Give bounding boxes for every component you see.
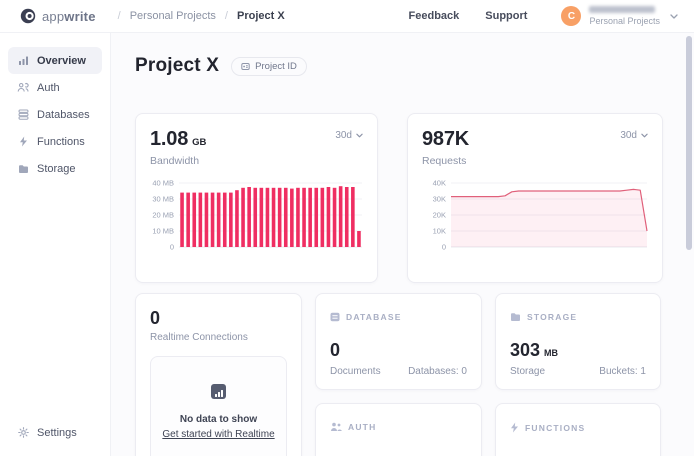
databases-meta: Databases: 0 <box>408 366 467 377</box>
sidebar-item-functions[interactable]: Functions <box>8 128 102 155</box>
project-id-badge[interactable]: Project ID <box>231 57 307 76</box>
realtime-count: 0 <box>150 308 287 329</box>
gear-icon <box>17 427 29 438</box>
bandwidth-label: Bandwidth <box>150 155 206 167</box>
requests-line-chart: 0 10K 20K 30K 40K <box>422 176 650 260</box>
requests-label: Requests <box>422 155 469 167</box>
feedback-link[interactable]: Feedback <box>409 10 460 22</box>
chevron-down-icon <box>670 14 678 19</box>
usage-cards-row: 1.08 GB Bandwidth 30d 0 10 MB 20 MB 30 MB 40… <box>135 113 694 283</box>
svg-text:10 MB: 10 MB <box>152 227 174 236</box>
page-title: Project X <box>135 55 219 77</box>
users-icon <box>17 82 29 93</box>
appwrite-console: appwrite / Personal Projects / Project X… <box>0 0 694 456</box>
chevron-down-icon <box>641 133 648 138</box>
breadcrumb-org[interactable]: Personal Projects <box>130 10 216 22</box>
functions-tag-icon <box>510 422 519 433</box>
account-menu[interactable]: C Personal Projects <box>561 6 678 26</box>
sidebar-item-label: Overview <box>37 55 86 67</box>
sidebar-item-label: Auth <box>37 82 60 94</box>
database-tag: DATABASE <box>346 312 402 322</box>
requests-range-dropdown[interactable]: 30d <box>620 130 648 141</box>
storage-size: 303 MB <box>510 340 646 361</box>
appwrite-logo-icon <box>20 8 36 24</box>
get-started-realtime-link[interactable]: Get started with Realtime <box>162 429 274 440</box>
folder-icon <box>17 164 29 174</box>
support-link[interactable]: Support <box>485 10 527 22</box>
functions-card: FUNCTIONS <box>495 403 661 456</box>
svg-text:20 MB: 20 MB <box>152 211 174 220</box>
no-data-chart-icon <box>211 384 226 399</box>
breadcrumb-separator: / <box>225 10 228 22</box>
requests-value: 987K <box>422 128 469 151</box>
sidebar-item-label: Storage <box>37 163 76 175</box>
requests-card: 987K Requests 30d 0 10K 20K 30K 40K <box>407 113 663 283</box>
bandwidth-range-dropdown[interactable]: 30d <box>335 130 363 141</box>
sidebar-item-label: Functions <box>37 136 85 148</box>
project-id-badge-label: Project ID <box>255 61 297 72</box>
no-data-title: No data to show <box>180 414 257 425</box>
storage-label: Storage <box>510 366 545 377</box>
realtime-empty-state: No data to show Get started with Realtim… <box>150 356 287 456</box>
auth-card: AUTH <box>315 403 482 456</box>
sidebar-item-label: Settings <box>37 427 77 439</box>
sidebar-item-auth[interactable]: Auth <box>8 74 102 101</box>
id-badge-icon <box>241 62 250 71</box>
main-content: Project X Project ID 1.08 GB Bandwidth <box>111 33 694 456</box>
vertical-scrollbar-thumb[interactable] <box>686 36 692 250</box>
breadcrumb: / Personal Projects / Project X <box>118 10 285 22</box>
bar-chart-icon <box>17 55 29 66</box>
bandwidth-value: 1.08 GB <box>150 128 206 151</box>
appwrite-logo[interactable]: appwrite <box>20 8 96 24</box>
storage-card: STORAGE 303 MB Storage Buckets: 1 <box>495 293 661 390</box>
svg-text:30 MB: 30 MB <box>152 195 174 204</box>
bandwidth-bar-chart: 0 10 MB 20 MB 30 MB 40 MB <box>150 176 365 260</box>
sidebar-item-databases[interactable]: Databases <box>8 101 102 128</box>
user-name-redacted <box>589 6 655 13</box>
buckets-meta: Buckets: 1 <box>599 366 646 377</box>
breadcrumb-separator: / <box>118 10 121 22</box>
chevron-down-icon <box>356 133 363 138</box>
breadcrumb-project[interactable]: Project X <box>237 10 285 22</box>
user-organization: Personal Projects <box>589 16 660 26</box>
top-header: appwrite / Personal Projects / Project X… <box>0 0 694 33</box>
svg-text:40 MB: 40 MB <box>152 179 174 188</box>
svg-text:10K: 10K <box>433 227 446 236</box>
auth-tag-icon <box>330 422 342 432</box>
database-tag-icon <box>330 312 340 322</box>
svg-text:0: 0 <box>442 243 446 252</box>
storage-tag-icon <box>510 312 521 322</box>
svg-text:0: 0 <box>170 243 174 252</box>
database-card: DATABASE 0 Documents Databases: 0 <box>315 293 482 390</box>
documents-count: 0 <box>330 340 467 361</box>
documents-label: Documents <box>330 366 381 377</box>
realtime-card: 0 Realtime Connections No data to show G… <box>135 293 302 456</box>
sidebar: Overview Auth Databases Functions Storag… <box>0 33 111 456</box>
sidebar-item-settings[interactable]: Settings <box>8 419 102 446</box>
service-cards-grid: DATABASE 0 Documents Databases: 0 STORAG… <box>135 293 694 456</box>
auth-tag: AUTH <box>348 422 376 432</box>
avatar: C <box>561 6 581 26</box>
svg-text:40K: 40K <box>433 179 446 188</box>
storage-tag: STORAGE <box>527 312 577 322</box>
page-title-row: Project X Project ID <box>135 55 694 77</box>
header-actions: Feedback Support C Personal Projects <box>383 6 678 26</box>
sidebar-item-overview[interactable]: Overview <box>8 47 102 74</box>
svg-text:30K: 30K <box>433 195 446 204</box>
realtime-label: Realtime Connections <box>150 332 287 343</box>
sidebar-item-label: Databases <box>37 109 90 121</box>
sidebar-item-storage[interactable]: Storage <box>8 155 102 182</box>
bandwidth-card: 1.08 GB Bandwidth 30d 0 10 MB 20 MB 30 MB 40… <box>135 113 378 283</box>
lightning-icon <box>17 136 29 147</box>
svg-text:20K: 20K <box>433 211 446 220</box>
logo-wordmark: appwrite <box>42 9 96 24</box>
database-icon <box>17 109 29 120</box>
functions-tag: FUNCTIONS <box>525 423 585 433</box>
